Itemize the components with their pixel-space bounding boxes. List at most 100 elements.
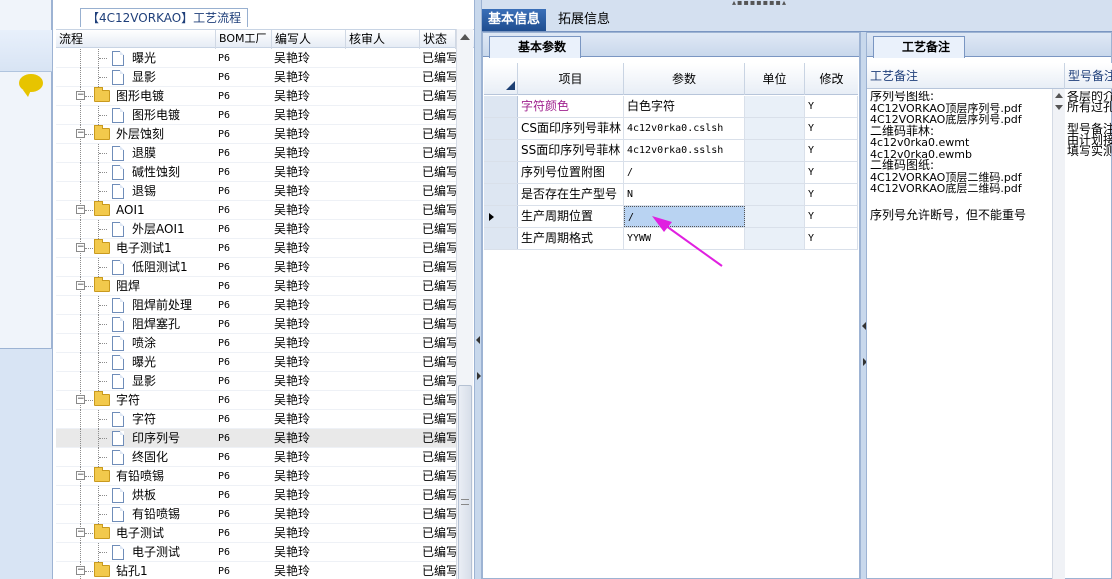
scroll-up-icon[interactable]	[1055, 93, 1063, 98]
param-value-cell[interactable]: 4c12v0rka0.sslsh	[624, 140, 745, 161]
model-remark-text[interactable]: 各层的介 所有过孔 型号备注 由计划接 填写实测	[1067, 91, 1112, 157]
tab-basic-params[interactable]: 基本参数	[489, 36, 582, 58]
tree-node[interactable]: − 图形电镀	[56, 87, 212, 106]
row-selector[interactable]	[484, 162, 518, 183]
param-unit-cell[interactable]	[745, 162, 805, 183]
tree-row[interactable]: − 电子测试1 P6 吴艳玲 已编写	[56, 239, 456, 258]
scroll-up-icon[interactable]	[460, 34, 470, 40]
tree-row[interactable]: 终固化 P6 吴艳玲 已编写	[56, 448, 456, 467]
collapse-icon[interactable]: −	[76, 205, 85, 214]
tree-row[interactable]: − 有铅喷锡 P6 吴艳玲 已编写	[56, 467, 456, 486]
param-row[interactable]: 生产周期格式 YYWW Y	[484, 228, 858, 250]
tree-node[interactable]: 曝光	[56, 49, 212, 68]
tree-row[interactable]: 电子测试 P6 吴艳玲 已编写	[56, 543, 456, 562]
tree-row[interactable]: 退锡 P6 吴艳玲 已编写	[56, 182, 456, 201]
tree-node[interactable]: 显影	[56, 68, 212, 87]
collapse-icon[interactable]: −	[76, 243, 85, 252]
row-selector[interactable]	[484, 206, 518, 227]
tree-row[interactable]: 有铅喷锡 P6 吴艳玲 已编写	[56, 505, 456, 524]
message-bubble-icon[interactable]	[19, 74, 43, 97]
col-modify[interactable]: 修改	[805, 63, 858, 95]
param-unit-cell[interactable]	[745, 96, 805, 117]
tree-node[interactable]: − 钻孔1	[56, 562, 212, 579]
collapse-icon[interactable]: −	[76, 528, 85, 537]
tree-row[interactable]: 显影 P6 吴艳玲 已编写	[56, 68, 456, 87]
expand-right-icon[interactable]	[477, 372, 481, 380]
process-remark-text[interactable]: 序列号图纸: 4C12VORKAO顶层序列号.pdf 4C12VORKAO底层序列号…	[870, 91, 1050, 222]
tab-basic-info[interactable]: 基本信息	[482, 9, 547, 31]
row-selector[interactable]	[484, 184, 518, 205]
tree-row[interactable]: 曝光 P6 吴艳玲 已编写	[56, 353, 456, 372]
col-param[interactable]: 参数	[624, 63, 745, 95]
param-row[interactable]: 生产周期位置 / Y	[484, 206, 858, 228]
tree-node[interactable]: − 字符	[56, 391, 212, 410]
tree-row[interactable]: 曝光 P6 吴艳玲 已编写	[56, 49, 456, 68]
tree-row[interactable]: − 钻孔1 P6 吴艳玲 已编写	[56, 562, 456, 579]
param-value-cell[interactable]: /	[624, 206, 745, 227]
tree-node[interactable]: − 外层蚀刻	[56, 125, 212, 144]
param-row[interactable]: CS面印序列号菲林 4c12v0rka0.cslsh Y	[484, 118, 858, 140]
param-unit-cell[interactable]	[745, 206, 805, 227]
param-unit-cell[interactable]	[745, 118, 805, 139]
collapse-icon[interactable]: −	[76, 395, 85, 404]
param-unit-cell[interactable]	[745, 228, 805, 249]
tree-node[interactable]: 退膜	[56, 144, 212, 163]
tree-node[interactable]: − AOI1	[56, 201, 212, 220]
tree-node[interactable]: 阻焊塞孔	[56, 315, 212, 334]
collapse-icon[interactable]: −	[76, 566, 85, 575]
tree-node[interactable]: 有铅喷锡	[56, 505, 212, 524]
grid-corner[interactable]	[484, 63, 518, 95]
col-process[interactable]: 流程	[56, 30, 216, 49]
tree-row[interactable]: 碱性蚀刻 P6 吴艳玲 已编写	[56, 163, 456, 182]
tree-node[interactable]: − 电子测试1	[56, 239, 212, 258]
tree-scrollbar[interactable]	[456, 29, 473, 579]
row-selector[interactable]	[484, 228, 518, 249]
tree-node[interactable]: 终固化	[56, 448, 212, 467]
param-row[interactable]: 字符颜色 白色字符 Y	[484, 96, 858, 118]
col-status[interactable]: 状态	[420, 30, 456, 49]
col-bom[interactable]: BOM工厂	[216, 30, 272, 49]
param-unit-cell[interactable]	[745, 184, 805, 205]
param-row[interactable]: SS面印序列号菲林 4c12v0rka0.sslsh Y	[484, 140, 858, 162]
tree-row[interactable]: − 字符 P6 吴艳玲 已编写	[56, 391, 456, 410]
collapse-icon[interactable]: −	[76, 91, 85, 100]
tree-row[interactable]: − 电子测试 P6 吴艳玲 已编写	[56, 524, 456, 543]
tree-row[interactable]: 显影 P6 吴艳玲 已编写	[56, 372, 456, 391]
tree-row[interactable]: − AOI1 P6 吴艳玲 已编写	[56, 201, 456, 220]
tree-row[interactable]: 退膜 P6 吴艳玲 已编写	[56, 144, 456, 163]
param-value-cell[interactable]: 4c12v0rka0.cslsh	[624, 118, 745, 139]
tree-node[interactable]: 烘板	[56, 486, 212, 505]
tree-row[interactable]: 阻焊塞孔 P6 吴艳玲 已编写	[56, 315, 456, 334]
tab-process-remark[interactable]: 工艺备注	[873, 36, 966, 58]
col-unit[interactable]: 单位	[745, 63, 805, 95]
param-value-cell[interactable]: N	[624, 184, 745, 205]
row-selector[interactable]	[484, 140, 518, 161]
splitter-left[interactable]	[474, 0, 482, 579]
tree-row[interactable]: 喷涂 P6 吴艳玲 已编写	[56, 334, 456, 353]
tree-node[interactable]: 喷涂	[56, 334, 212, 353]
collapse-icon[interactable]: −	[76, 471, 85, 480]
tree-row[interactable]: − 阻焊 P6 吴艳玲 已编写	[56, 277, 456, 296]
tree-row[interactable]: − 外层蚀刻 P6 吴艳玲 已编写	[56, 125, 456, 144]
scroll-thumb[interactable]	[458, 385, 472, 579]
tree-row[interactable]: 外层AOI1 P6 吴艳玲 已编写	[56, 220, 456, 239]
col-author[interactable]: 编写人	[272, 30, 346, 49]
param-value-cell[interactable]: /	[624, 162, 745, 183]
tree-row[interactable]: 低阻测试1 P6 吴艳玲 已编写	[56, 258, 456, 277]
row-selector[interactable]	[484, 118, 518, 139]
param-value-cell[interactable]: 白色字符	[624, 96, 745, 117]
tree-node[interactable]: 曝光	[56, 353, 212, 372]
collapse-icon[interactable]: −	[76, 281, 85, 290]
scroll-down-icon[interactable]	[1055, 105, 1063, 110]
remark-scrollbar[interactable]	[1052, 89, 1065, 579]
tree-node[interactable]: 外层AOI1	[56, 220, 212, 239]
tree-node[interactable]: 电子测试	[56, 543, 212, 562]
tree-node[interactable]: 低阻测试1	[56, 258, 212, 277]
param-unit-cell[interactable]	[745, 140, 805, 161]
param-row[interactable]: 序列号位置附图 / Y	[484, 162, 858, 184]
tab-extended-info[interactable]: 拓展信息	[552, 9, 616, 31]
param-row[interactable]: 是否存在生产型号 N Y	[484, 184, 858, 206]
col-item[interactable]: 项目	[518, 63, 624, 95]
collapse-left-icon[interactable]	[476, 336, 480, 344]
tree-node[interactable]: 印序列号	[56, 429, 212, 448]
